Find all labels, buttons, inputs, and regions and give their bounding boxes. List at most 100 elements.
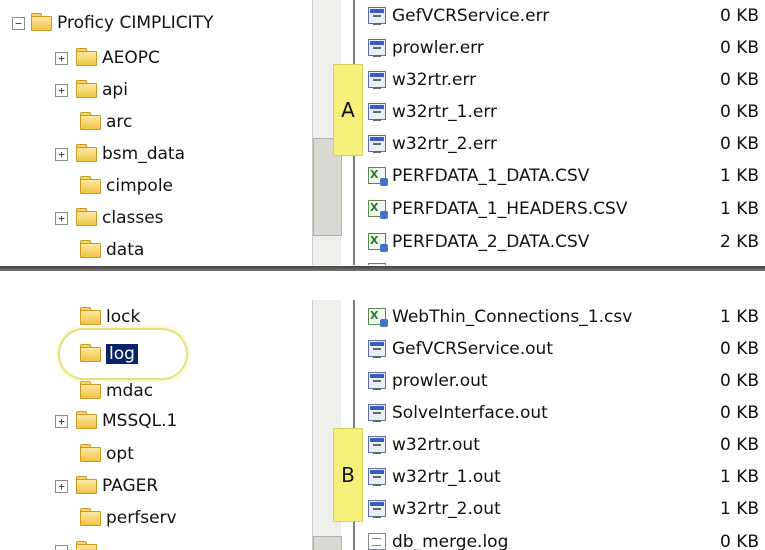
file-row[interactable]: w32rtr_1.out 1 KB bbox=[368, 461, 765, 492]
file-name: w32rtr.err bbox=[392, 69, 477, 90]
tree-item-proficy-cimplicity[interactable]: − Proficy CIMPLICITY bbox=[12, 8, 213, 38]
log-file-icon bbox=[368, 340, 386, 358]
file-name: GefVCRService.err bbox=[392, 5, 550, 26]
file-name: w32rtr_1.err bbox=[392, 101, 498, 122]
file-row[interactable]: WebThin_Connections_1.csv 1 KB bbox=[368, 301, 765, 332]
file-name: w32rtr.out bbox=[392, 434, 480, 455]
file-size: 1 KB bbox=[719, 165, 759, 186]
folder-icon bbox=[80, 176, 101, 194]
file-size: 0 KB bbox=[719, 402, 759, 423]
folder-icon bbox=[80, 381, 101, 399]
file-row[interactable]: GefVCRService.err 0 KB bbox=[368, 0, 765, 31]
file-name: PERFDATA_1_DATA.CSV bbox=[392, 165, 590, 186]
folder-icon bbox=[80, 508, 101, 526]
tree-item-cimpole[interactable]: cimpole bbox=[80, 171, 173, 201]
file-row[interactable]: PERFDATA_2_DATA.CSV 2 KB bbox=[368, 226, 765, 257]
file-row[interactable]: w32rtr_2.err 0 KB bbox=[368, 128, 765, 159]
csv-file-icon bbox=[368, 308, 388, 327]
folder-icon bbox=[80, 307, 101, 325]
file-row[interactable]: PERFDATA_1_HEADERS.CSV 1 KB bbox=[368, 193, 765, 224]
tree-item-label: bsm_data bbox=[102, 144, 185, 164]
expand-icon[interactable]: + bbox=[55, 414, 68, 428]
selection-highlight-ring bbox=[58, 328, 188, 380]
expand-icon[interactable]: + bbox=[55, 147, 68, 161]
file-row[interactable]: prowler.err 0 KB bbox=[368, 32, 765, 63]
log-file-icon bbox=[368, 404, 386, 422]
log-file-icon bbox=[368, 436, 386, 454]
tree-item-label: PAGER bbox=[102, 476, 159, 496]
file-name: prowler.err bbox=[392, 37, 484, 58]
tree-item-classes[interactable]: + classes bbox=[55, 203, 164, 233]
file-size: 1 KB bbox=[719, 198, 759, 219]
callout-marker-b: B bbox=[333, 428, 363, 522]
tree-item-label: data bbox=[106, 240, 145, 260]
file-row[interactable]: w32rtr_2.out 1 KB bbox=[368, 493, 765, 524]
folder-icon bbox=[76, 541, 97, 550]
tree-item-label: mdac bbox=[106, 381, 154, 401]
tree-item-partial[interactable] bbox=[55, 536, 102, 550]
file-name: PERFDATA_2_DATA.CSV bbox=[392, 231, 590, 252]
file-row[interactable]: SolveInterface.out 0 KB bbox=[368, 397, 765, 428]
tree-item-label: opt bbox=[106, 444, 134, 464]
file-row[interactable]: w32rtr.out 0 KB bbox=[368, 429, 765, 460]
log-file-icon bbox=[368, 103, 386, 121]
file-size: 0 KB bbox=[719, 531, 759, 550]
file-size: 0 KB bbox=[719, 338, 759, 359]
file-row[interactable]: w32rtr.err 0 KB bbox=[368, 64, 765, 95]
file-size: 2 KB bbox=[719, 231, 759, 252]
file-row[interactable] bbox=[368, 256, 765, 265]
folder-open-icon bbox=[31, 13, 52, 31]
callout-marker-a: A bbox=[333, 64, 363, 156]
folder-icon bbox=[76, 144, 97, 162]
file-size: 0 KB bbox=[719, 69, 759, 90]
tree-item-label: classes bbox=[102, 208, 164, 228]
file-size: 0 KB bbox=[719, 370, 759, 391]
tree-item-label: MSSQL.1 bbox=[102, 411, 178, 431]
scrollbar-thumb[interactable] bbox=[313, 536, 342, 550]
file-name: SolveInterface.out bbox=[392, 402, 548, 423]
expand-icon[interactable]: + bbox=[55, 479, 68, 493]
expand-icon[interactable]: + bbox=[55, 51, 68, 65]
tree-item-label: AEOPC bbox=[102, 48, 160, 68]
tree-item-mdac[interactable]: mdac bbox=[80, 376, 153, 406]
file-size: 1 KB bbox=[719, 498, 759, 519]
file-name: w32rtr_1.out bbox=[392, 466, 501, 487]
file-size: 0 KB bbox=[719, 37, 759, 58]
tree-item-api[interactable]: + api bbox=[55, 75, 128, 105]
file-name: PERFDATA_1_HEADERS.CSV bbox=[392, 198, 628, 219]
tree-item-perfserv[interactable]: perfserv bbox=[80, 503, 177, 533]
tree-item-pager[interactable]: + PAGER bbox=[55, 471, 158, 501]
tree-item-arc[interactable]: arc bbox=[80, 107, 132, 137]
tree-item-aeopc[interactable]: + AEOPC bbox=[55, 43, 160, 73]
file-name: w32rtr_2.out bbox=[392, 498, 501, 519]
file-size: 0 KB bbox=[719, 434, 759, 455]
tree-item-opt[interactable]: opt bbox=[80, 439, 134, 469]
file-name: GefVCRService.out bbox=[392, 338, 554, 359]
expand-icon[interactable]: + bbox=[55, 211, 68, 225]
folder-icon bbox=[80, 240, 101, 258]
tree-item-mssql-1[interactable]: + MSSQL.1 bbox=[55, 406, 177, 436]
file-row[interactable]: w32rtr_1.err 0 KB bbox=[368, 96, 765, 127]
explorer-view-top: − Proficy CIMPLICITY + AEOPC + api arc +… bbox=[0, 0, 765, 265]
folder-icon bbox=[80, 112, 101, 130]
file-row[interactable]: db_merge.log 0 KB bbox=[368, 526, 765, 550]
folder-icon bbox=[76, 80, 97, 98]
expand-icon[interactable]: + bbox=[55, 83, 68, 97]
file-row[interactable]: GefVCRService.out 0 KB bbox=[368, 333, 765, 364]
log-file-icon bbox=[368, 468, 386, 486]
collapse-icon[interactable]: − bbox=[12, 16, 25, 30]
tree-item-bsm-data[interactable]: + bsm_data bbox=[55, 139, 185, 169]
folder-icon bbox=[76, 208, 97, 226]
tree-item-data[interactable]: data bbox=[80, 235, 144, 265]
log-file-icon bbox=[368, 500, 386, 518]
expand-icon[interactable] bbox=[55, 544, 68, 550]
file-name: db_merge.log bbox=[392, 531, 509, 550]
tree-item-label: arc bbox=[106, 112, 133, 132]
tree-item-label: Proficy CIMPLICITY bbox=[57, 13, 214, 33]
file-row[interactable]: PERFDATA_1_DATA.CSV 1 KB bbox=[368, 160, 765, 191]
file-row[interactable]: prowler.out 0 KB bbox=[368, 365, 765, 396]
log-file-icon bbox=[368, 135, 386, 153]
file-size: 1 KB bbox=[719, 466, 759, 487]
text-file-icon bbox=[368, 533, 386, 550]
tree-item-label: cimpole bbox=[106, 176, 174, 196]
